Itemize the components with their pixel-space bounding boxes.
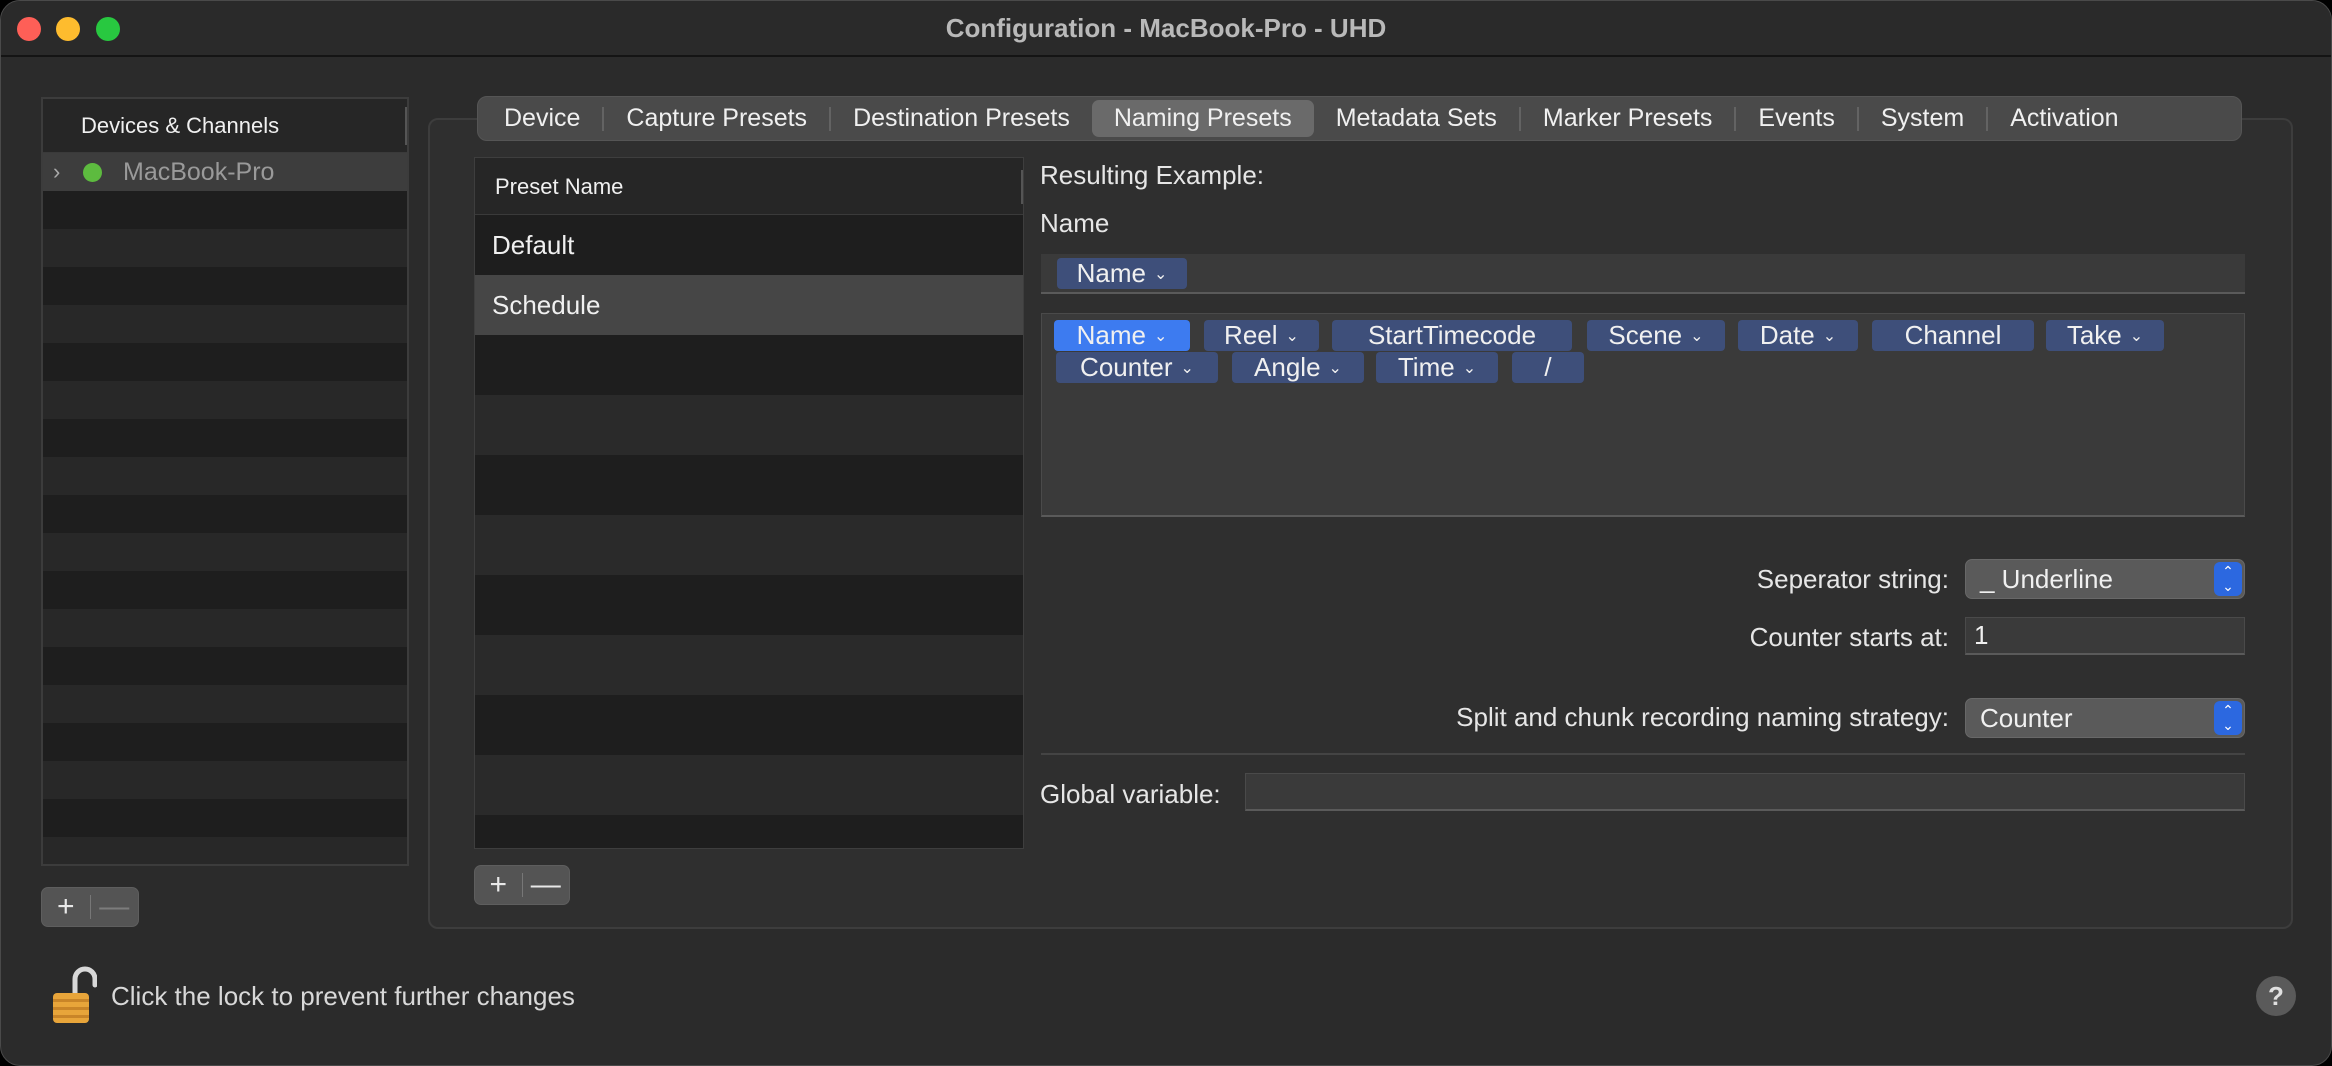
- tab-bar: Device Capture Presets Destination Prese…: [477, 96, 2242, 141]
- empty-list-rows: [43, 191, 407, 864]
- table-row-selected[interactable]: Schedule: [475, 275, 1023, 335]
- popup-stepper-icon: ⌃ ⌄: [2214, 562, 2242, 596]
- resulting-example-label: Resulting Example:: [1040, 160, 1264, 190]
- tab-capture-presets[interactable]: Capture Presets: [604, 100, 829, 137]
- token-name[interactable]: Name ⌄: [1057, 258, 1187, 289]
- token-start-timecode[interactable]: StartTimecode: [1332, 320, 1572, 351]
- split-chunk-strategy-value: Counter: [1980, 703, 2073, 733]
- table-row[interactable]: Default: [475, 215, 1023, 275]
- global-variable-input[interactable]: [1245, 773, 2245, 811]
- remove-preset-button[interactable]: —: [522, 867, 569, 903]
- separator-string-value: _ Underline: [1980, 564, 2113, 594]
- token-time[interactable]: Time ⌄: [1376, 352, 1498, 383]
- preset-name-column-header[interactable]: Preset Name: [475, 158, 1023, 215]
- available-tokens-area: Name ⌄ Reel ⌄ StartTimecode Scene ⌄ Date ⌄ C…: [1041, 313, 2245, 517]
- preset-name-header-label: Preset Name: [495, 174, 624, 199]
- remove-device-button[interactable]: —: [90, 889, 138, 925]
- popup-stepper-icon: ⌃ ⌄: [2214, 701, 2242, 735]
- status-dot-icon: [83, 163, 102, 182]
- token-take[interactable]: Take ⌄: [2046, 320, 2164, 351]
- devices-add-remove: + —: [41, 887, 139, 927]
- tab-naming-presets[interactable]: Naming Presets: [1091, 100, 1314, 137]
- naming-pattern-field[interactable]: Name ⌄: [1041, 254, 2245, 294]
- split-chunk-strategy-popup[interactable]: Counter ⌃ ⌄: [1965, 698, 2245, 738]
- add-preset-button[interactable]: +: [475, 867, 522, 903]
- token-counter[interactable]: Counter ⌄: [1056, 352, 1218, 383]
- column-divider: [405, 107, 407, 145]
- add-device-button[interactable]: +: [42, 889, 90, 925]
- token-channel[interactable]: Channel: [1872, 320, 2034, 351]
- split-chunk-strategy-label: Split and chunk recording naming strateg…: [1456, 702, 1949, 732]
- device-label: MacBook-Pro: [123, 158, 275, 186]
- separator-string-popup[interactable]: _ Underline ⌃ ⌄: [1965, 559, 2245, 599]
- tab-metadata-sets[interactable]: Metadata Sets: [1314, 100, 1519, 137]
- tab-events[interactable]: Events: [1736, 100, 1856, 137]
- counter-starts-input[interactable]: 1: [1965, 617, 2245, 655]
- token-angle[interactable]: Angle ⌄: [1232, 352, 1364, 383]
- disclosure-chevron-icon[interactable]: ›: [53, 159, 60, 185]
- presets-add-remove: + —: [474, 865, 570, 905]
- token-scene[interactable]: Scene ⌄: [1587, 320, 1725, 351]
- devices-header[interactable]: Devices & Channels: [43, 99, 407, 153]
- lock-status-text: Click the lock to prevent further change…: [111, 981, 575, 1011]
- devices-header-label: Devices & Channels: [81, 113, 280, 138]
- tab-activation[interactable]: Activation: [1988, 100, 2140, 137]
- devices-list: Devices & Channels › MacBook-Pro: [41, 97, 409, 866]
- resulting-example-value: Name: [1040, 208, 1110, 238]
- counter-starts-label: Counter starts at:: [1749, 622, 1949, 652]
- help-button[interactable]: ?: [2256, 976, 2296, 1016]
- configuration-window: Configuration - MacBook-Pro - UHD Device…: [0, 0, 2332, 1066]
- preset-name-table: Preset Name Default Schedule: [474, 157, 1024, 849]
- tab-marker-presets[interactable]: Marker Presets: [1521, 100, 1734, 137]
- token-name[interactable]: Name ⌄: [1054, 320, 1190, 351]
- tab-system[interactable]: System: [1859, 100, 1986, 137]
- title-bar: Configuration - MacBook-Pro - UHD: [1, 1, 2331, 57]
- token-reel[interactable]: Reel ⌄: [1204, 320, 1319, 351]
- column-divider: [1021, 170, 1023, 204]
- token-slash[interactable]: /: [1512, 352, 1584, 383]
- window-title: Configuration - MacBook-Pro - UHD: [945, 13, 1387, 43]
- separator-string-label: Seperator string:: [1756, 564, 1949, 594]
- tab-destination-presets[interactable]: Destination Presets: [831, 100, 1092, 137]
- global-variable-label: Global variable:: [1040, 779, 1221, 809]
- tab-device[interactable]: Device: [482, 100, 602, 137]
- unlocked-lock-icon[interactable]: [49, 963, 97, 1027]
- token-date[interactable]: Date ⌄: [1738, 320, 1858, 351]
- device-row-macbook-pro[interactable]: › MacBook-Pro: [43, 153, 407, 191]
- section-divider: [1041, 753, 2245, 755]
